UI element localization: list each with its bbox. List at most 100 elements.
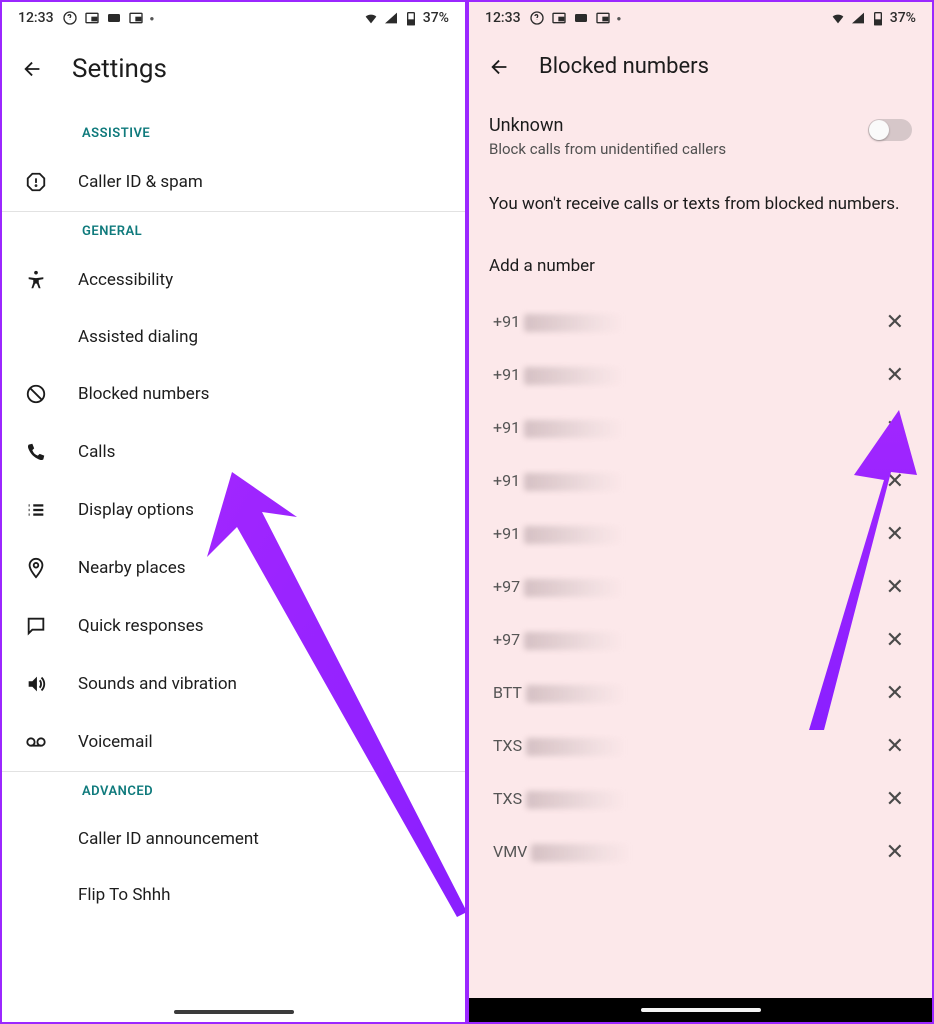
- blocked-number-row: TXS✕: [477, 773, 924, 826]
- nav-bar: [2, 1002, 465, 1022]
- remove-number-button[interactable]: ✕: [882, 310, 908, 335]
- caller-id-spam-item[interactable]: Caller ID & spam: [2, 153, 465, 211]
- voicemail-item[interactable]: Voicemail: [2, 713, 465, 771]
- remove-number-button[interactable]: ✕: [882, 628, 908, 653]
- flip-to-shhh-item[interactable]: Flip To Shhh: [2, 867, 465, 907]
- redacted-number: [531, 844, 631, 862]
- number-prefix: +91: [493, 365, 520, 384]
- back-arrow-icon[interactable]: [489, 56, 511, 78]
- add-number-button[interactable]: Add a number: [469, 226, 932, 296]
- blocked-number-row: TXS ✕: [477, 720, 924, 773]
- redacted-number: [524, 314, 624, 332]
- redacted-number: [526, 685, 626, 703]
- item-label: Accessibility: [78, 270, 173, 290]
- remove-number-button[interactable]: ✕: [882, 522, 908, 547]
- number-prefix: BTT: [493, 683, 522, 702]
- caller-id-announcement-item[interactable]: Caller ID announcement: [2, 811, 465, 867]
- more-dot: ●: [617, 14, 622, 23]
- app-bar: Settings: [2, 34, 465, 114]
- pip-icon-2: [595, 10, 611, 26]
- remove-number-button[interactable]: ✕: [882, 734, 908, 759]
- sounds-vibration-item[interactable]: Sounds and vibration: [2, 655, 465, 713]
- nav-pill[interactable]: [641, 1008, 761, 1012]
- remove-number-button[interactable]: ✕: [882, 840, 908, 865]
- pip-icon-2: [128, 10, 144, 26]
- blocked-numbers-list: +91✕+91✕+91✕+91✕+91✕+97✕+97✕BTT✕TXS✕TXS✕…: [469, 296, 932, 879]
- number-prefix: +97: [493, 577, 520, 596]
- payment-icon: [106, 10, 122, 26]
- remove-number-button[interactable]: ✕: [882, 469, 908, 494]
- redacted-number: [524, 420, 624, 438]
- section-advanced: ADVANCED: [2, 772, 465, 811]
- clock-text: 12:33: [18, 10, 54, 26]
- unknown-subtitle: Block calls from unidentified callers: [489, 140, 856, 158]
- voicemail-icon: [25, 731, 47, 753]
- remove-number-button[interactable]: ✕: [882, 363, 908, 388]
- item-label: Sounds and vibration: [78, 674, 237, 694]
- nearby-places-item[interactable]: Nearby places: [2, 539, 465, 597]
- section-general: GENERAL: [2, 212, 465, 251]
- unknown-title: Unknown: [489, 115, 856, 136]
- blocked-number-row: +97 ✕: [477, 614, 924, 667]
- blocked-number-row: VMV✕: [477, 826, 924, 879]
- number-prefix: +91: [493, 418, 520, 437]
- number-prefix: +91: [493, 312, 520, 331]
- clock-text: 12:33: [485, 10, 521, 26]
- wifi-icon: [830, 10, 846, 26]
- item-label: Flip To Shhh: [78, 885, 171, 905]
- battery-icon: [870, 10, 886, 26]
- item-label: Caller ID announcement: [78, 829, 259, 849]
- block-icon: [25, 383, 47, 405]
- message-icon: [25, 615, 47, 637]
- signal-icon: [383, 10, 399, 26]
- remove-number-button[interactable]: ✕: [882, 681, 908, 706]
- payment-icon: [573, 10, 589, 26]
- blocked-numbers-screen: 12:33 ● 37% Blocked numbers Unknown Bloc…: [467, 0, 934, 1024]
- item-label: Blocked numbers: [78, 384, 209, 404]
- remove-number-button[interactable]: ✕: [882, 575, 908, 600]
- item-label: Calls: [78, 442, 115, 462]
- remove-number-button[interactable]: ✕: [882, 416, 908, 441]
- list-icon: [25, 499, 47, 521]
- number-prefix: +97: [493, 630, 520, 649]
- item-label: Assisted dialing: [78, 327, 198, 347]
- status-bar: 12:33 ● 37%: [469, 2, 932, 34]
- redacted-number: [526, 791, 626, 809]
- item-label: Voicemail: [78, 732, 153, 752]
- assisted-dialing-item[interactable]: Assisted dialing: [2, 309, 465, 365]
- battery-text: 37%: [423, 10, 449, 26]
- phone-icon: [25, 441, 47, 463]
- wifi-icon: [363, 10, 379, 26]
- unknown-toggle[interactable]: [868, 119, 912, 141]
- nav-pill[interactable]: [174, 1010, 294, 1014]
- item-label: Display options: [78, 500, 194, 520]
- number-prefix: +91: [493, 471, 520, 490]
- redacted-number: [524, 367, 624, 385]
- settings-screen: 12:33 ● 37% Settings ASSISTIVE Caller ID…: [0, 0, 467, 1024]
- accessibility-item[interactable]: Accessibility: [2, 251, 465, 309]
- back-arrow-icon[interactable]: [22, 58, 44, 80]
- blocked-number-row: +91 ✕: [477, 402, 924, 455]
- alert-octagon-icon: [25, 171, 47, 193]
- display-options-item[interactable]: Display options: [2, 481, 465, 539]
- more-dot: ●: [150, 14, 155, 23]
- info-text: You won't receive calls or texts from bl…: [469, 168, 932, 226]
- remove-number-button[interactable]: ✕: [882, 787, 908, 812]
- pin-icon: [25, 557, 47, 579]
- blocked-numbers-item[interactable]: Blocked numbers: [2, 365, 465, 423]
- blocked-number-row: +91✕: [477, 508, 924, 561]
- blocked-number-row: +91 ✕: [477, 455, 924, 508]
- blocked-number-row: +91 ✕: [477, 296, 924, 349]
- number-prefix: TXS: [493, 736, 522, 755]
- battery-icon: [403, 10, 419, 26]
- whatsapp-icon: [62, 10, 78, 26]
- pip-icon: [84, 10, 100, 26]
- page-title: Settings: [72, 54, 167, 84]
- pip-icon: [551, 10, 567, 26]
- nav-bar: [469, 998, 932, 1022]
- calls-item[interactable]: Calls: [2, 423, 465, 481]
- quick-responses-item[interactable]: Quick responses: [2, 597, 465, 655]
- redacted-number: [524, 579, 624, 597]
- blocked-number-row: BTT ✕: [477, 667, 924, 720]
- volume-icon: [25, 673, 47, 695]
